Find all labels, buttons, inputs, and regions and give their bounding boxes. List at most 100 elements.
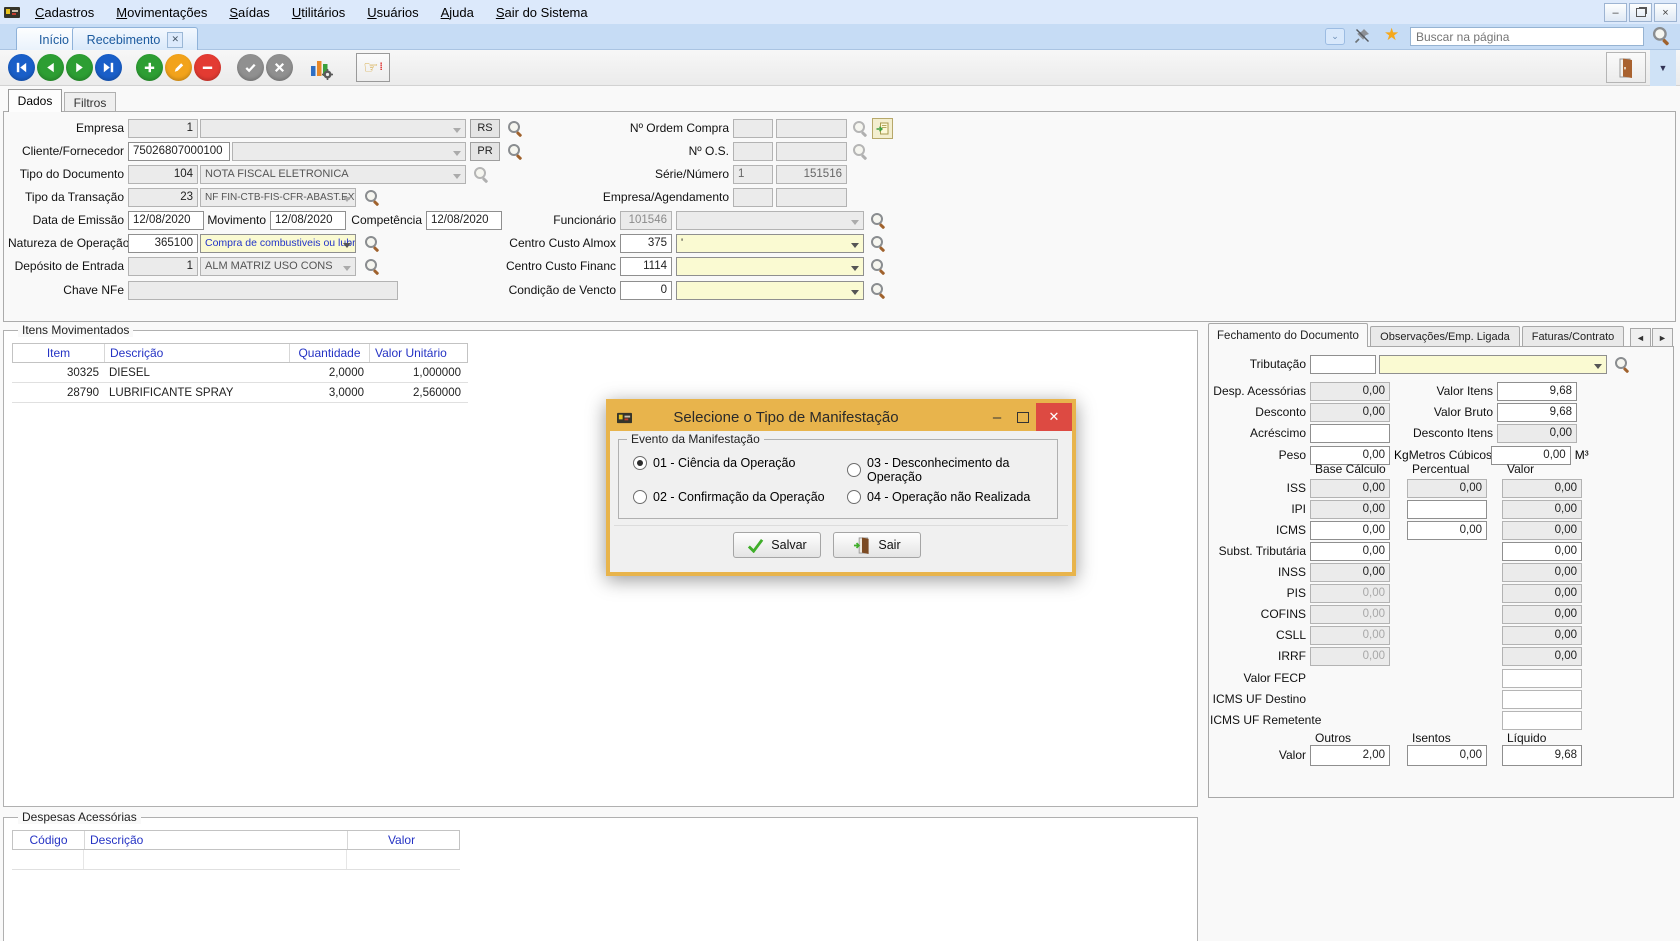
col-valor[interactable]: Valor [348, 831, 455, 849]
subst-base-field[interactable]: 0,00 [1310, 542, 1390, 561]
item-row[interactable]: 28790 LUBRIFICANTE SPRAY 3,0000 2,560000 [12, 383, 468, 403]
deposito-entrada-code-field[interactable]: 1 [128, 257, 198, 276]
radio-confirmacao-operacao[interactable]: 02 - Confirmação da Operação [633, 490, 825, 504]
manifest-hand-button[interactable]: ☞ ⁞ [356, 53, 390, 82]
tipo-transacao-combo[interactable]: NF FIN-CTB-FIS-CFR-ABAST.EXTERN [200, 188, 356, 207]
tab-observacoes-emp-ligada[interactable]: Observações/Emp. Ligada [1370, 326, 1520, 347]
importar-ordem-icon[interactable] [872, 118, 893, 139]
empresa-agendamento-emp-field[interactable] [733, 188, 773, 207]
os-seq-field[interactable] [776, 142, 847, 161]
ordem-compra-seq-field[interactable] [776, 119, 847, 138]
window-minimize-button[interactable]: – [1604, 3, 1627, 22]
search-page-icon[interactable] [1652, 26, 1670, 44]
next-record-button[interactable] [66, 54, 93, 81]
col-descricao[interactable]: Descrição [105, 344, 290, 362]
col-valor-unitario[interactable]: Valor Unitário [370, 344, 467, 362]
data-emissao-field[interactable]: 12/08/2020 [128, 211, 204, 230]
ordem-compra-num-field[interactable] [733, 119, 773, 138]
centro-custo-financ-search-icon[interactable] [870, 258, 886, 274]
cancel-button[interactable] [266, 54, 293, 81]
acrescimo-field[interactable] [1310, 424, 1390, 443]
tributacao-search-icon[interactable] [1614, 356, 1630, 372]
manifestacao-dialog-titlebar[interactable]: Selecione o Tipo de Manifestação – ✕ [610, 403, 1072, 431]
previous-record-button[interactable] [37, 54, 64, 81]
pin-disabled-icon[interactable] [1353, 26, 1372, 50]
panel-tab-scroll-left-icon[interactable]: ◄ [1630, 328, 1651, 347]
empresa-name-combo[interactable] [200, 119, 466, 138]
valor-outros-field[interactable]: 2,00 [1310, 745, 1390, 766]
centro-custo-almox-code-field[interactable]: 375 [620, 234, 672, 253]
sair-button[interactable]: Sair [833, 532, 921, 558]
centro-custo-almox-search-icon[interactable] [870, 235, 886, 251]
tipo-transacao-code-field[interactable]: 23 [128, 188, 198, 207]
deposito-entrada-search-icon[interactable] [364, 258, 380, 274]
os-num-field[interactable] [733, 142, 773, 161]
subst-valor-field[interactable]: 0,00 [1502, 542, 1582, 561]
menu-movimentacoes[interactable]: Movimentações [105, 5, 218, 20]
window-close-button[interactable]: × [1654, 3, 1677, 22]
centro-custo-almox-combo[interactable]: ' [676, 234, 864, 253]
movimento-field[interactable]: 12/08/2020 [270, 211, 346, 230]
tab-filtros[interactable]: Filtros [64, 92, 116, 112]
condicao-vencto-search-icon[interactable] [870, 282, 886, 298]
funcionario-code-field[interactable]: 101546 [620, 211, 672, 230]
condicao-vencto-code-field[interactable]: 0 [620, 281, 672, 300]
menu-saidas[interactable]: Saídas [218, 5, 280, 20]
tipo-documento-combo[interactable]: NOTA FISCAL ELETRONICA [200, 165, 466, 184]
col-codigo[interactable]: Código [13, 831, 85, 849]
favorite-star-icon[interactable]: ★ [1384, 25, 1399, 45]
radio-desconhecimento-operacao[interactable]: 03 - Desconhecimento da Operação [847, 456, 1057, 484]
ipi-percentual-field[interactable] [1407, 500, 1487, 519]
tab-recebimento[interactable]: Recebimento ✕ [72, 27, 198, 51]
icms-base-field[interactable]: 0,00 [1310, 521, 1390, 540]
col-quantidade[interactable]: Quantidade [290, 344, 370, 362]
col-item[interactable]: Item [13, 344, 105, 362]
icms-uf-destino-field[interactable] [1502, 690, 1582, 709]
menu-cadastros[interactable]: Cadastros [24, 5, 105, 20]
funcionario-search-icon[interactable] [870, 212, 886, 228]
menu-utilitarios[interactable]: Utilitários [281, 5, 356, 20]
os-search-icon[interactable] [852, 143, 868, 159]
menu-usuarios[interactable]: Usuários [356, 5, 429, 20]
menu-ajuda[interactable]: Ajuda [430, 5, 485, 20]
salvar-button[interactable]: Salvar [733, 532, 821, 558]
item-row[interactable]: 30325 DIESEL 2,0000 1,000000 [12, 363, 468, 383]
tab-fechamento-documento[interactable]: Fechamento do Documento [1208, 323, 1368, 347]
delete-record-button[interactable] [194, 54, 221, 81]
ordem-compra-search-icon[interactable] [852, 120, 868, 136]
panel-tab-scroll-right-icon[interactable]: ► [1652, 328, 1673, 347]
exit-door-button[interactable] [1606, 52, 1646, 83]
add-record-button[interactable] [136, 54, 163, 81]
first-record-button[interactable] [8, 54, 35, 81]
tab-close-icon[interactable]: ✕ [167, 32, 183, 48]
chart-config-icon[interactable] [306, 54, 336, 82]
search-input[interactable] [1410, 27, 1644, 46]
tributacao-combo[interactable] [1379, 355, 1607, 374]
last-record-button[interactable] [95, 54, 122, 81]
col-descricao[interactable]: Descrição [85, 831, 348, 849]
empresa-agendamento-agend-field[interactable] [776, 188, 847, 207]
tipo-documento-code-field[interactable]: 104 [128, 165, 198, 184]
despesas-empty-row[interactable] [12, 850, 460, 870]
edit-record-button[interactable] [165, 54, 192, 81]
condicao-vencto-combo[interactable] [676, 281, 864, 300]
icms-uf-remetente-field[interactable] [1502, 711, 1582, 730]
tributacao-code-field[interactable] [1310, 355, 1376, 374]
window-restore-button[interactable] [1629, 3, 1652, 22]
dialog-minimize-icon[interactable]: – [984, 403, 1010, 431]
natureza-operacao-combo[interactable]: Compra de combustiveis ou lubr [200, 234, 356, 253]
menu-sair-do-sistema[interactable]: Sair do Sistema [485, 5, 599, 20]
natureza-operacao-search-icon[interactable] [364, 235, 380, 251]
funcionario-combo[interactable] [676, 211, 864, 230]
tab-faturas-contrato[interactable]: Faturas/Contrato [1522, 326, 1624, 347]
toolbar-overflow-arrow[interactable]: ▼ [1650, 50, 1676, 86]
empresa-code-field[interactable]: 1 [128, 119, 198, 138]
valor-fecp-field[interactable] [1502, 669, 1582, 688]
chevron-down-icon[interactable]: ⌄ [1325, 28, 1345, 45]
centro-custo-financ-combo[interactable] [676, 257, 864, 276]
dialog-close-icon[interactable]: ✕ [1036, 403, 1072, 431]
deposito-entrada-combo[interactable]: ALM MATRIZ USO CONS [200, 257, 356, 276]
dialog-maximize-icon[interactable] [1010, 403, 1036, 431]
tipo-transacao-search-icon[interactable] [364, 189, 380, 205]
valor-isentos-field[interactable]: 0,00 [1407, 745, 1487, 766]
